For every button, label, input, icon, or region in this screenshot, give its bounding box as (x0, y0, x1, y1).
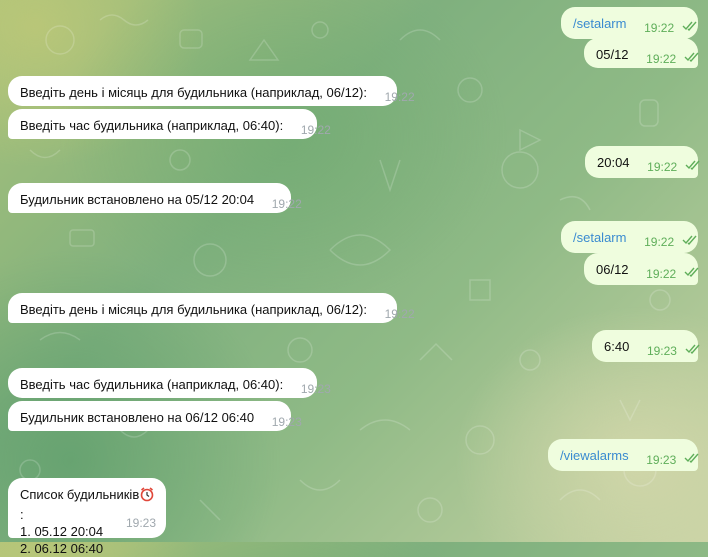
incoming-message[interactable]: Введіть час будильника (наприклад, 06:40… (8, 368, 331, 398)
message-text: 6:40 (604, 339, 630, 354)
double-check-icon (682, 18, 698, 35)
message-time: 19:22 (644, 235, 675, 249)
outgoing-message[interactable]: 06/12 19:22 (584, 253, 700, 285)
incoming-message[interactable]: Будильник встановлено на 05/12 20:04 19:… (8, 183, 302, 213)
message-time: 19:22 (300, 123, 331, 137)
message-text: Введіть день і місяць для будильника (на… (20, 302, 367, 317)
message-time: 19:22 (644, 21, 675, 35)
alarm-list-title: Список будильників (20, 487, 140, 502)
double-check-icon (684, 49, 700, 66)
message-text: 05/12 (596, 47, 629, 62)
message-time: 19:23 (125, 516, 156, 530)
command-link[interactable]: /viewalarms (560, 448, 629, 463)
double-check-icon (684, 450, 700, 467)
message-time: 19:22 (647, 160, 678, 174)
double-check-icon (685, 341, 701, 358)
message-time: 19:22 (646, 52, 677, 66)
double-check-icon (684, 264, 700, 281)
message-time: 19:23 (300, 382, 331, 396)
message-time: 19:22 (384, 307, 415, 321)
message-text: 06/12 (596, 262, 629, 277)
message-text: 20:04 (597, 155, 630, 170)
incoming-message[interactable]: Введіть день і місяць для будильника (на… (8, 293, 415, 323)
incoming-message[interactable]: Список будильників: 1. 05.12 20:04 2. 06… (8, 478, 166, 556)
double-check-icon (685, 157, 701, 174)
message-time: 19:22 (646, 267, 677, 281)
alarm-clock-icon (139, 486, 155, 506)
outgoing-message[interactable]: /viewalarms 19:23 (548, 439, 700, 471)
message-text: Будильник встановлено на 06/12 06:40 (20, 410, 255, 425)
message-time: 19:22 (384, 90, 415, 104)
message-text: Введіть час будильника (наприклад, 06:40… (20, 118, 284, 133)
message-time: 19:23 (646, 344, 677, 358)
alarm-list-colon: : (20, 507, 24, 522)
message-text: Будильник встановлено на 05/12 20:04 (20, 192, 255, 207)
incoming-message[interactable]: Введіть день і місяць для будильника (на… (8, 76, 415, 106)
outgoing-message[interactable]: 05/12 19:22 (584, 38, 700, 68)
outgoing-message[interactable]: /setalarm 19:22 (561, 7, 698, 39)
message-time: 19:23 (646, 453, 677, 467)
outgoing-message[interactable]: 6:40 19:23 (592, 330, 701, 362)
message-text: Введіть день і місяць для будильника (на… (20, 85, 367, 100)
alarm-list-item: 2. 06.12 06:40 (20, 541, 104, 556)
command-link[interactable]: /setalarm (573, 230, 626, 245)
message-time: 19:22 (271, 197, 302, 211)
outgoing-message[interactable]: 20:04 19:22 (585, 146, 701, 178)
message-text: Введіть час будильника (наприклад, 06:40… (20, 377, 284, 392)
outgoing-message[interactable]: /setalarm 19:22 (561, 221, 698, 253)
command-link[interactable]: /setalarm (573, 16, 626, 31)
incoming-message[interactable]: Будильник встановлено на 06/12 06:40 19:… (8, 401, 302, 431)
incoming-message[interactable]: Введіть час будильника (наприклад, 06:40… (8, 109, 331, 139)
double-check-icon (682, 232, 698, 249)
message-time: 19:23 (271, 415, 302, 429)
